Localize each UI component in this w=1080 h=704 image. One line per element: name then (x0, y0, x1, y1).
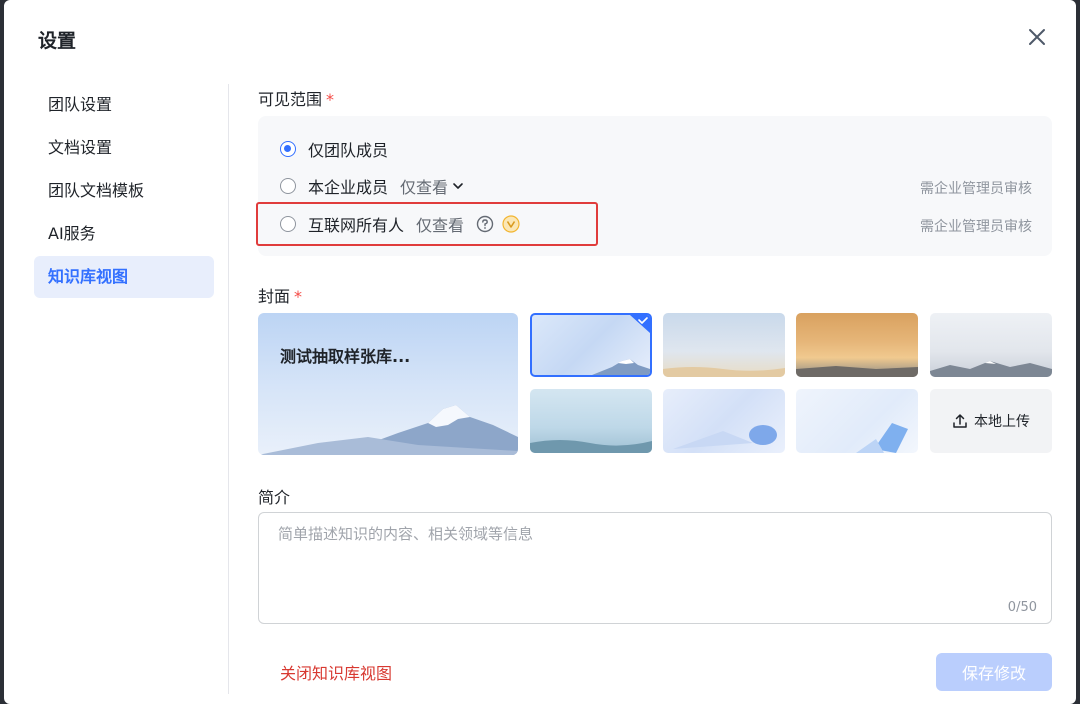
option-label: 仅团队成员 (308, 141, 389, 160)
mountain-illustration (258, 405, 518, 455)
approval-note: 需企业管理员审核 (920, 181, 1032, 197)
sidebar-item-team-doc-templates[interactable]: 团队文档模板 (34, 170, 214, 212)
cover-thumb-5[interactable] (530, 389, 652, 453)
upload-icon (953, 414, 967, 428)
permission-label: 仅查看 (400, 178, 449, 197)
close-knowledge-base-view-link[interactable]: 关闭知识库视图 (280, 660, 392, 684)
cover-thumb-6[interactable] (663, 389, 785, 453)
local-upload-button[interactable]: 本地上传 (930, 389, 1052, 453)
selected-check-icon (630, 315, 650, 333)
cover-thumb-4[interactable] (930, 313, 1052, 377)
settings-sidebar: 团队设置 文档设置 团队文档模板 AI服务 知识库视图 (34, 84, 214, 299)
char-counter: 0/50 (1007, 600, 1037, 615)
visibility-option-internet-everyone[interactable]: 互联网所有人 仅查看 (280, 211, 520, 237)
cover-thumb-3[interactable] (796, 313, 918, 377)
chevron-down-icon (453, 183, 463, 189)
brand-logo: 大数跨境 (4, 668, 124, 694)
cover-preview-title: 测试抽取样张库... (280, 347, 411, 366)
radio-team-members[interactable] (280, 141, 296, 157)
sidebar-item-doc-settings[interactable]: 文档设置 (34, 127, 214, 169)
permission-text: 仅查看 (416, 212, 520, 236)
sidebar-item-knowledge-base-view[interactable]: 知识库视图 (34, 256, 214, 298)
visibility-options-panel: 仅团队成员 本企业成员 仅查看 需企业管理员审核 互联网所有人 仅查看 需企业管… (258, 116, 1052, 256)
help-circle-icon[interactable] (476, 215, 494, 233)
cover-thumb-1[interactable] (530, 313, 652, 377)
radio-enterprise-members[interactable] (280, 178, 296, 194)
close-icon[interactable] (1026, 26, 1048, 48)
cover-label: 封面 * (258, 287, 303, 306)
sidebar-item-ai-service[interactable]: AI服务 (34, 213, 214, 255)
sidebar-divider (228, 84, 229, 694)
settings-dialog: 设置 团队设置 文档设置 团队文档模板 AI服务 知识库视图 可见范围 * 仅团队… (4, 0, 1076, 704)
cover-preview: 测试抽取样张库... (258, 313, 518, 455)
sidebar-item-team-settings[interactable]: 团队设置 (34, 84, 214, 126)
option-label: 本企业成员 (308, 178, 389, 197)
visibility-option-team-members[interactable]: 仅团队成员 (280, 136, 388, 162)
radio-internet-everyone[interactable] (280, 216, 296, 232)
intro-label: 简介 (258, 488, 291, 507)
approval-note: 需企业管理员审核 (920, 219, 1032, 235)
cover-thumb-7[interactable] (796, 389, 918, 453)
visibility-option-enterprise-members[interactable]: 本企业成员 仅查看 (280, 173, 464, 199)
brand-text: 大数跨境 (52, 672, 124, 693)
permission-dropdown[interactable]: 仅查看 (400, 174, 464, 198)
intro-textarea[interactable] (259, 513, 1051, 623)
required-mark: * (294, 287, 303, 306)
visibility-label: 可见范围 * (258, 90, 335, 109)
option-label: 互联网所有人 (308, 216, 405, 235)
intro-textarea-wrapper: 0/50 (258, 512, 1052, 624)
upload-label: 本地上传 (974, 414, 1030, 430)
save-changes-button[interactable]: 保存修改 (936, 653, 1052, 691)
dialog-title: 设置 (38, 30, 77, 52)
brand-logo-icon (6, 670, 45, 692)
cover-thumb-2[interactable] (663, 313, 785, 377)
vip-badge-icon (502, 215, 520, 233)
required-mark: * (326, 90, 335, 109)
